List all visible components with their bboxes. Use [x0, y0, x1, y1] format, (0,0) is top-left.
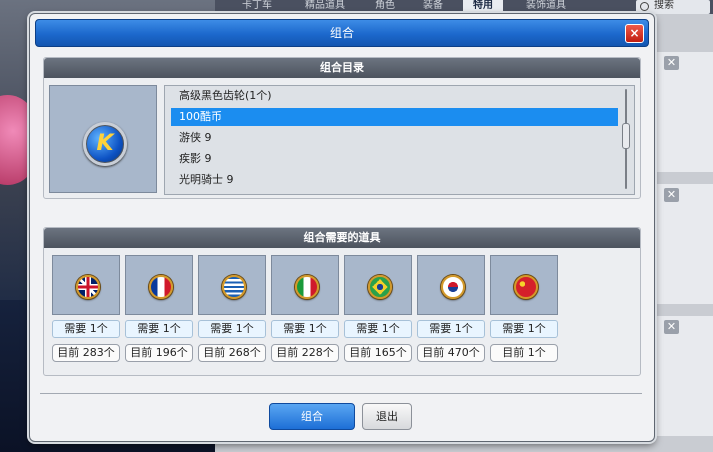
- divider: [40, 393, 642, 394]
- tab-decoration-items[interactable]: 装饰道具: [513, 0, 579, 14]
- dialog-titlebar[interactable]: 组合 ×: [35, 19, 649, 47]
- search-icon: [640, 2, 649, 11]
- tab-kart[interactable]: 卡丁车: [233, 0, 281, 14]
- current-count: 目前 1个: [490, 344, 558, 362]
- search-button[interactable]: 搜索: [636, 0, 710, 14]
- required-count: 需要 1个: [417, 320, 485, 338]
- required-item-slot[interactable]: [125, 255, 193, 315]
- close-icon[interactable]: ✕: [664, 56, 679, 70]
- current-count: 目前 283个: [52, 344, 120, 362]
- required-count: 需要 1个: [52, 320, 120, 338]
- required-count: 需要 1个: [344, 320, 412, 338]
- tab-equipment[interactable]: 装备: [413, 0, 453, 14]
- required-count: 需要 1个: [271, 320, 339, 338]
- required-count: 需要 1个: [490, 320, 558, 338]
- required-item-slot[interactable]: [417, 255, 485, 315]
- required-count: 需要 1个: [125, 320, 193, 338]
- list-item[interactable]: 光明骑士 9: [171, 171, 618, 189]
- search-label: 搜索: [654, 0, 674, 11]
- list-item[interactable]: 高级黑色齿轮(1个): [171, 87, 618, 105]
- required-items-section: 组合需要的道具 需要 1个 需要 1个 需要 1个 需要 1个 需要 1个 需要…: [43, 227, 641, 376]
- current-count: 目前 470个: [417, 344, 485, 362]
- current-count: 目前 228个: [271, 344, 339, 362]
- uk-flag-icon: [76, 275, 100, 299]
- required-item-slot[interactable]: [490, 255, 558, 315]
- required-item-slot[interactable]: [271, 255, 339, 315]
- current-count: 目前 268个: [198, 344, 266, 362]
- tab-special[interactable]: 特用: [463, 0, 503, 14]
- list-item[interactable]: 游侠 9: [171, 129, 618, 147]
- background-item-card: ✕: [656, 52, 713, 172]
- item-preview: K: [49, 85, 157, 193]
- background-item-card: ✕: [656, 316, 713, 436]
- italy-flag-icon: [295, 275, 319, 299]
- required-item-slot[interactable]: [52, 255, 120, 315]
- list-scrollbar[interactable]: [622, 89, 630, 189]
- scrollbar-thumb[interactable]: [622, 123, 630, 149]
- dialog-title: 组合: [329, 26, 354, 40]
- current-count: 目前 165个: [344, 344, 412, 362]
- close-button[interactable]: ×: [625, 24, 644, 43]
- combine-button[interactable]: 组合: [269, 403, 355, 430]
- k-coin-icon: K: [83, 122, 127, 166]
- tab-character[interactable]: 角色: [365, 0, 405, 14]
- combine-dialog: 组合 × 组合目录 K 高级黑色齿轮(1个) 100酷币 游侠 9 疾影 9 光…: [29, 13, 655, 442]
- tab-premium-items[interactable]: 精品道具: [293, 0, 357, 14]
- china-flag-icon: [514, 275, 538, 299]
- combine-catalog-section: 组合目录 K 高级黑色齿轮(1个) 100酷币 游侠 9 疾影 9 光明骑士 9: [43, 57, 641, 199]
- required-item-slot[interactable]: [344, 255, 412, 315]
- list-item[interactable]: 疾影 9: [171, 150, 618, 168]
- korea-flag-icon: [441, 275, 465, 299]
- catalog-header: 组合目录: [44, 58, 640, 78]
- france-flag-icon: [149, 275, 173, 299]
- exit-button[interactable]: 退出: [362, 403, 412, 430]
- catalog-list[interactable]: 高级黑色齿轮(1个) 100酷币 游侠 9 疾影 9 光明骑士 9: [164, 85, 635, 195]
- close-icon[interactable]: ✕: [664, 188, 679, 202]
- required-item-slot[interactable]: [198, 255, 266, 315]
- close-icon[interactable]: ✕: [664, 320, 679, 334]
- required-header: 组合需要的道具: [44, 228, 640, 248]
- current-count: 目前 196个: [125, 344, 193, 362]
- background-item-card: ✕: [656, 184, 713, 304]
- brazil-flag-icon: [368, 275, 392, 299]
- list-item-selected[interactable]: 100酷币: [171, 108, 618, 126]
- greece-flag-icon: [222, 275, 246, 299]
- required-count: 需要 1个: [198, 320, 266, 338]
